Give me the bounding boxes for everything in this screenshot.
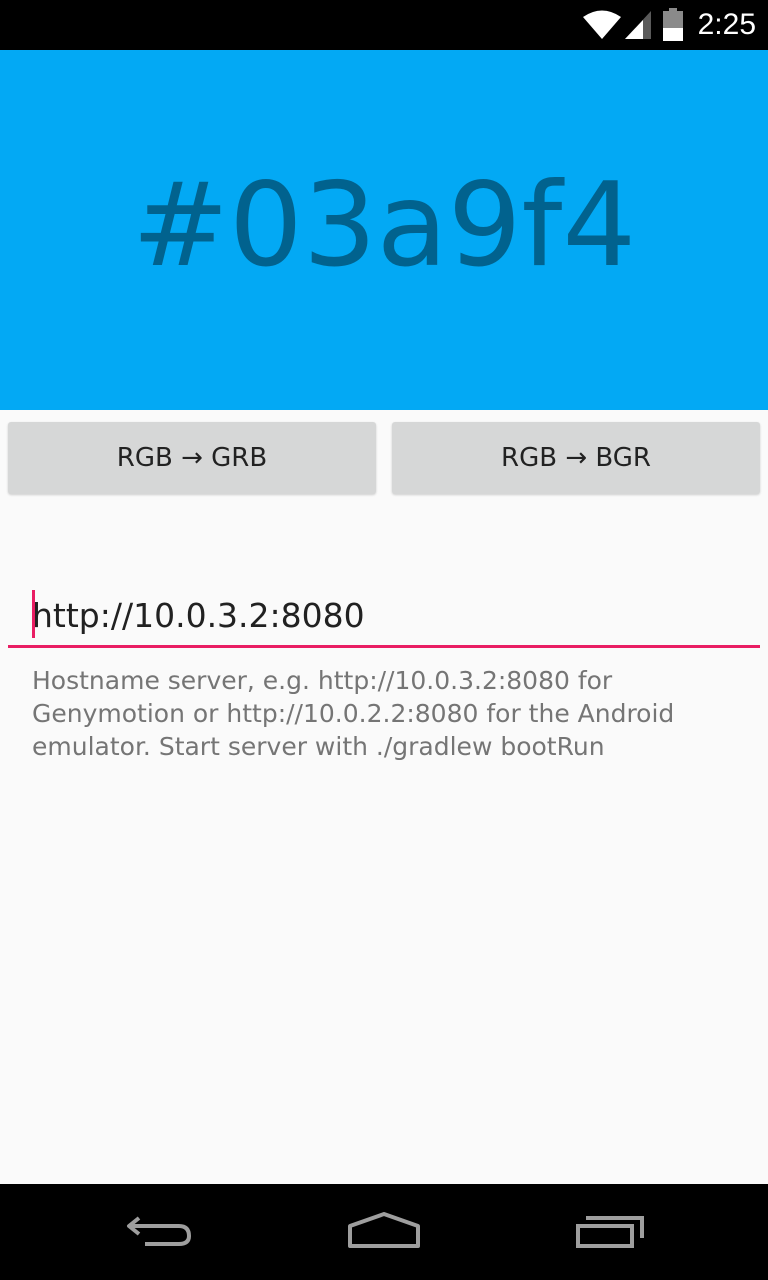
recents-icon [574, 1210, 646, 1255]
server-helper-text: Hostname server, e.g. http://10.0.3.2:80… [32, 666, 675, 761]
battery-icon [662, 8, 684, 42]
rgb-to-bgr-button[interactable]: RGB → BGR [392, 422, 760, 494]
home-button[interactable] [336, 1202, 432, 1262]
status-bar: 2:25 [0, 0, 768, 50]
home-icon [346, 1210, 422, 1255]
status-icons: 2:25 [582, 0, 756, 50]
back-icon [125, 1210, 195, 1255]
rgb-to-grb-button[interactable]: RGB → GRB [8, 422, 376, 494]
cell-signal-icon [624, 10, 652, 40]
color-preview: #03a9f4 [0, 50, 768, 410]
rgb-to-bgr-label: RGB → BGR [501, 443, 651, 473]
text-cursor [32, 590, 35, 638]
navigation-bar [0, 1184, 768, 1280]
back-button[interactable] [112, 1202, 208, 1262]
server-url-value: http://10.0.3.2:8080 [32, 596, 365, 635]
rgb-to-grb-label: RGB → GRB [116, 443, 268, 473]
recents-button[interactable] [562, 1202, 658, 1262]
server-url-input[interactable]: http://10.0.3.2:8080 [8, 588, 760, 648]
wifi-icon [582, 10, 622, 40]
hex-value: #03a9f4 [131, 157, 637, 293]
clock: 2:25 [697, 8, 756, 41]
